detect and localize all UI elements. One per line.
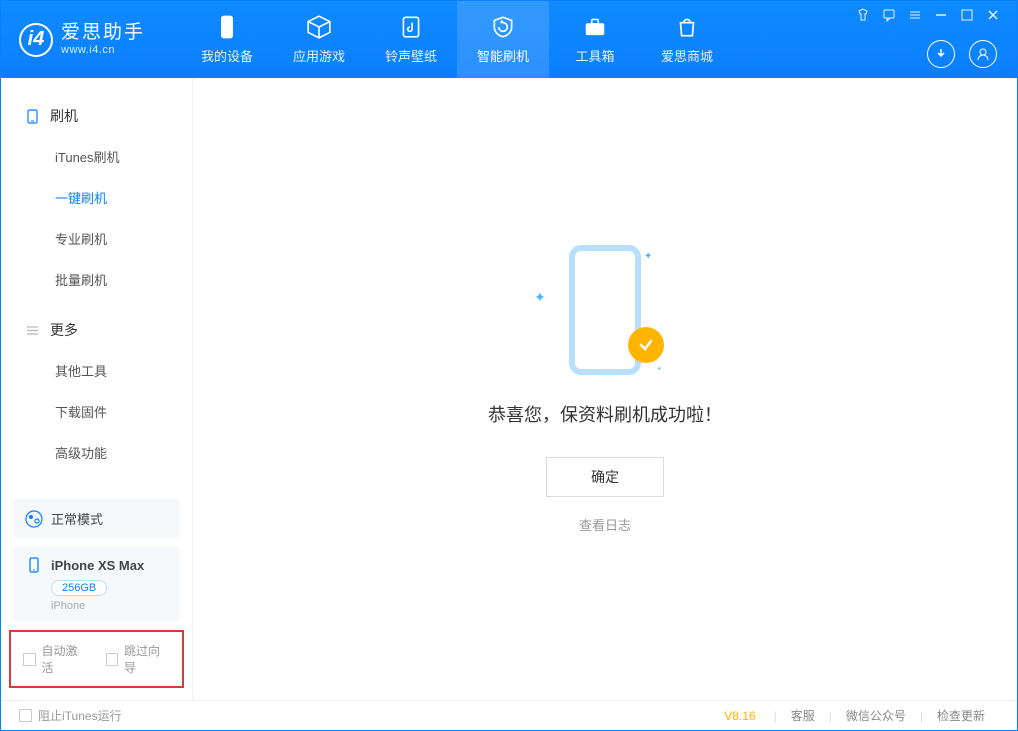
sidebar-group-flash[interactable]: 刷机 xyxy=(1,96,192,136)
status-bar: 阻止iTunes运行 V8.16 | 客服 | 微信公众号 | 检查更新 xyxy=(1,700,1017,730)
checkbox-icon xyxy=(106,653,119,666)
sidebar-item-download-fw[interactable]: 下载固件 xyxy=(1,391,192,432)
device-icon xyxy=(25,109,40,124)
sidebar-item-pro-flash[interactable]: 专业刷机 xyxy=(1,218,192,259)
user-button[interactable] xyxy=(969,40,997,68)
window-controls xyxy=(855,7,1001,23)
device-name: iPhone XS Max xyxy=(51,558,144,573)
checkbox-icon xyxy=(19,709,32,722)
sidebar-item-advanced[interactable]: 高级功能 xyxy=(1,432,192,473)
highlighted-options: 自动激活 跳过向导 xyxy=(9,630,184,688)
nav-smart-flash[interactable]: 智能刷机 xyxy=(457,1,549,78)
version-label: V8.16 xyxy=(724,709,755,723)
cube-icon xyxy=(306,14,332,40)
nav-store[interactable]: 爱思商城 xyxy=(641,1,733,78)
refresh-shield-icon xyxy=(490,14,516,40)
app-subtitle: www.i4.cn xyxy=(61,44,145,56)
check-update-link[interactable]: 检查更新 xyxy=(923,707,999,724)
minimize-button[interactable] xyxy=(933,7,949,23)
nav-my-device[interactable]: 我的设备 xyxy=(181,1,273,78)
logo-icon: i4 xyxy=(19,23,53,57)
device-panel[interactable]: iPhone XS Max 256GB iPhone xyxy=(13,546,180,622)
auto-activate-checkbox[interactable]: 自动激活 xyxy=(23,642,88,676)
list-icon xyxy=(25,323,40,338)
view-log-link[interactable]: 查看日志 xyxy=(579,515,631,534)
bag-icon xyxy=(674,14,700,40)
phone-icon xyxy=(214,14,240,40)
nav-toolbox[interactable]: 工具箱 xyxy=(549,1,641,78)
check-icon xyxy=(628,327,664,363)
menu-icon[interactable] xyxy=(907,7,923,23)
nav-ringtones[interactable]: 铃声壁纸 xyxy=(365,1,457,78)
wechat-link[interactable]: 微信公众号 xyxy=(832,707,920,724)
device-phone-icon xyxy=(25,556,43,574)
main-content: ✦ ✦ • 恭喜您，保资料刷机成功啦！ 确定 查看日志 xyxy=(193,78,1017,700)
sidebar-group-more[interactable]: 更多 xyxy=(1,310,192,350)
shirt-icon[interactable] xyxy=(855,7,871,23)
device-type: iPhone xyxy=(51,600,168,612)
toolbox-icon xyxy=(582,14,608,40)
sidebar: 刷机 iTunes刷机 一键刷机 专业刷机 批量刷机 更多 其他工具 下载固件 … xyxy=(1,78,193,700)
mode-label: 正常模式 xyxy=(51,509,103,528)
device-storage-badge: 256GB xyxy=(51,580,107,596)
success-illustration: ✦ ✦ • xyxy=(540,245,670,375)
ok-button[interactable]: 确定 xyxy=(546,457,664,497)
nav-apps-games[interactable]: 应用游戏 xyxy=(273,1,365,78)
feedback-icon[interactable] xyxy=(881,7,897,23)
header-account-area xyxy=(927,40,997,68)
mode-panel[interactable]: 正常模式 xyxy=(13,499,180,538)
maximize-button[interactable] xyxy=(959,7,975,23)
checkbox-icon xyxy=(23,653,36,666)
download-button[interactable] xyxy=(927,40,955,68)
block-itunes-checkbox[interactable]: 阻止iTunes运行 xyxy=(19,707,122,724)
support-link[interactable]: 客服 xyxy=(777,707,829,724)
music-file-icon xyxy=(398,14,424,40)
logo-area: i4 爱思助手 www.i4.cn xyxy=(1,1,163,78)
sidebar-item-other-tools[interactable]: 其他工具 xyxy=(1,350,192,391)
success-message: 恭喜您，保资料刷机成功啦！ xyxy=(488,401,722,427)
app-title: 爱思助手 xyxy=(61,23,145,44)
mode-icon xyxy=(25,510,43,528)
main-nav: 我的设备 应用游戏 铃声壁纸 智能刷机 工具箱 爱思商城 xyxy=(181,1,733,78)
close-button[interactable] xyxy=(985,7,1001,23)
sidebar-item-oneclick-flash[interactable]: 一键刷机 xyxy=(1,177,192,218)
sidebar-item-batch-flash[interactable]: 批量刷机 xyxy=(1,259,192,300)
skip-guide-checkbox[interactable]: 跳过向导 xyxy=(106,642,171,676)
sidebar-item-itunes-flash[interactable]: iTunes刷机 xyxy=(1,136,192,177)
app-header: i4 爱思助手 www.i4.cn 我的设备 应用游戏 铃声壁纸 智能刷机 工具… xyxy=(1,1,1017,78)
